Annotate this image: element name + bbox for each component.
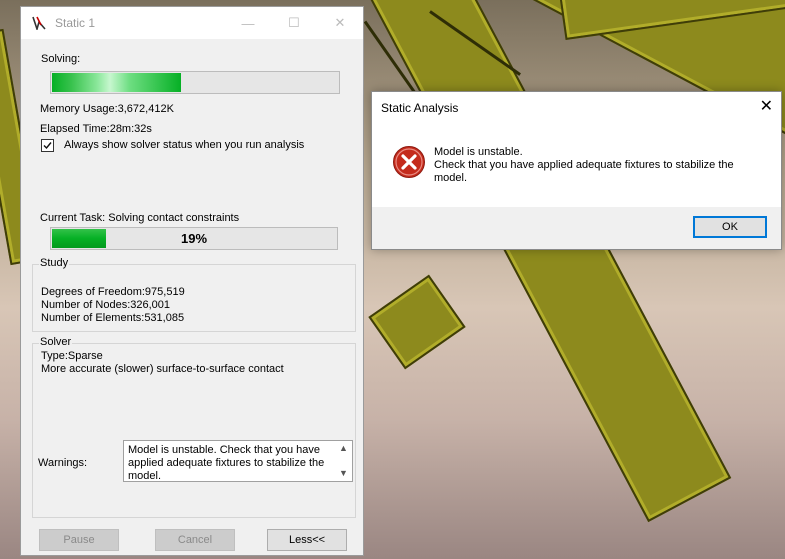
solver-group: Solver Type:Sparse More accurate (slower… bbox=[32, 336, 356, 518]
number-of-elements: Number of Elements:531,085 bbox=[41, 312, 185, 324]
warnings-textbox[interactable]: Model is unstable. Check that you have a… bbox=[123, 440, 353, 482]
dialog-title: Static Analysis bbox=[381, 101, 459, 115]
model-beam bbox=[360, 0, 732, 523]
less-button[interactable]: Less<< bbox=[267, 529, 347, 551]
always-show-checkbox[interactable] bbox=[41, 139, 54, 152]
window-title: Static 1 bbox=[55, 16, 96, 30]
static-analysis-dialog: Static Analysis ✕ Model is unstable. Che… bbox=[371, 91, 782, 250]
dialog-message-line2: Check that you have applied adequate fix… bbox=[434, 159, 734, 184]
solver-titlebar: Static 1 — ☐ ✕ bbox=[21, 7, 363, 39]
always-show-label: Always show solver status when you run a… bbox=[64, 139, 305, 151]
checkmark-icon bbox=[43, 142, 52, 150]
maximize-icon: ☐ bbox=[288, 15, 300, 30]
study-group: Study Degrees of Freedom:975,519 Number … bbox=[32, 257, 356, 332]
scroll-up-icon[interactable]: ▲ bbox=[339, 443, 348, 453]
dialog-close-icon[interactable]: ✕ bbox=[760, 96, 773, 116]
error-icon bbox=[393, 146, 425, 178]
number-of-nodes: Number of Nodes:326,001 bbox=[41, 299, 171, 311]
solving-progress-bar bbox=[50, 71, 340, 94]
model-beam bbox=[368, 274, 466, 370]
close-button[interactable]: ✕ bbox=[317, 7, 363, 39]
maximize-button[interactable]: ☐ bbox=[271, 7, 317, 39]
close-icon: ✕ bbox=[334, 15, 346, 30]
task-progress-bar: 19% bbox=[50, 227, 338, 250]
cancel-button[interactable]: Cancel bbox=[155, 529, 235, 551]
dialog-message-line1: Model is unstable. bbox=[434, 146, 523, 158]
solver-title: Solver bbox=[39, 336, 73, 348]
task-progress-text: 19% bbox=[180, 231, 208, 246]
warnings-text: Model is unstable. Check that you have a… bbox=[128, 444, 325, 482]
warnings-label: Warnings: bbox=[38, 457, 88, 469]
minimize-icon: — bbox=[241, 15, 255, 31]
pause-button[interactable]: Pause bbox=[39, 529, 119, 551]
solver-status-window: Static 1 — ☐ ✕ Solving: Memory Usage:3,6… bbox=[20, 6, 364, 556]
memory-usage: Memory Usage:3,672,412K bbox=[40, 103, 174, 115]
degrees-of-freedom: Degrees of Freedom:975,519 bbox=[41, 286, 185, 298]
study-title: Study bbox=[39, 257, 70, 269]
dialog-message: Model is unstable. Check that you have a… bbox=[434, 146, 764, 185]
scroll-down-icon[interactable]: ▼ bbox=[339, 468, 348, 478]
solver-type: Type:Sparse bbox=[41, 350, 103, 362]
contact-method: More accurate (slower) surface-to-surfac… bbox=[41, 363, 284, 375]
dialog-footer: OK bbox=[372, 207, 781, 249]
elapsed-time: Elapsed Time:28m:32s bbox=[40, 123, 152, 135]
simulation-app-icon bbox=[32, 16, 46, 30]
minimize-button[interactable]: — bbox=[225, 7, 271, 39]
solving-label: Solving: bbox=[41, 53, 81, 65]
solving-progress-fill bbox=[52, 73, 181, 92]
ok-button[interactable]: OK bbox=[693, 216, 767, 238]
warnings-scrollbar[interactable]: ▲ ▼ bbox=[338, 441, 350, 481]
current-task: Current Task: Solving contact constraint… bbox=[40, 212, 240, 224]
